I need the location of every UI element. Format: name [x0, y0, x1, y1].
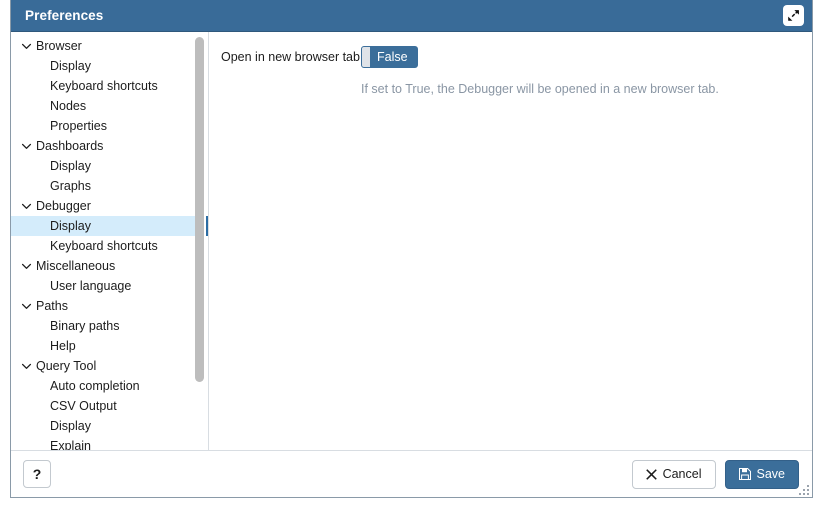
question-mark-icon: ?: [32, 466, 42, 482]
sidebar-scrollbar-thumb[interactable]: [195, 37, 204, 382]
sidebar-item-explain[interactable]: Explain: [11, 436, 208, 450]
preferences-dialog: Preferences Browser Display Keyboard short…: [10, 0, 813, 498]
preferences-sidebar: Browser Display Keyboard shortcuts Nodes Pro…: [11, 32, 208, 450]
dialog-title: Preferences: [25, 8, 104, 23]
sidebar-item-paths[interactable]: Paths: [11, 296, 208, 316]
help-button[interactable]: ?: [23, 460, 51, 488]
sidebar-item-label: User language: [50, 279, 132, 293]
sidebar-item-label: Explain: [50, 439, 91, 450]
floppy-disk-save-icon: [738, 468, 751, 480]
sidebar-item-properties[interactable]: Properties: [11, 116, 208, 136]
resize-grip-icon[interactable]: [797, 483, 810, 496]
sidebar-item-label: Display: [50, 59, 91, 73]
chevron-down-icon[interactable]: [19, 39, 33, 53]
sidebar-item-user-language[interactable]: User language: [11, 276, 208, 296]
open-in-new-browser-tab-toggle[interactable]: False: [361, 46, 418, 68]
cancel-button[interactable]: Cancel: [631, 459, 716, 489]
preference-field-control: False If set to True, the Debugger will …: [361, 46, 794, 97]
save-button[interactable]: Save: [724, 459, 799, 489]
sidebar-scrollbar-track[interactable]: [195, 34, 206, 448]
preference-field-row: Open in new browser tab False If set to …: [221, 46, 794, 97]
chevron-down-icon[interactable]: [19, 199, 33, 213]
sidebar-item-label: Dashboards: [36, 139, 104, 153]
sidebar-item-display[interactable]: Display: [11, 56, 208, 76]
dialog-body: Browser Display Keyboard shortcuts Nodes Pro…: [11, 32, 812, 451]
sidebar-item-display[interactable]: Display: [11, 156, 208, 176]
chevron-down-icon[interactable]: [19, 299, 33, 313]
sidebar-item-auto-completion[interactable]: Auto completion: [11, 376, 208, 396]
preferences-tree: Browser Display Keyboard shortcuts Nodes Pro…: [11, 32, 208, 450]
toggle-knob: [362, 47, 370, 67]
chevron-down-icon[interactable]: [19, 139, 33, 153]
sidebar-item-label: CSV Output: [50, 399, 117, 413]
sidebar-item-label: Graphs: [50, 179, 91, 193]
sidebar-item-label: Properties: [50, 119, 107, 133]
sidebar-item-dashboards[interactable]: Dashboards: [11, 136, 208, 156]
sidebar-item-label: Binary paths: [50, 319, 120, 333]
toggle-value-label: False: [377, 50, 408, 64]
sidebar-item-browser[interactable]: Browser: [11, 36, 208, 56]
sidebar-item-label: Help: [50, 339, 76, 353]
sidebar-item-label: Miscellaneous: [36, 259, 116, 273]
sidebar-item-label: Browser: [36, 39, 82, 53]
chevron-down-icon[interactable]: [19, 259, 33, 273]
preferences-content-panel: Open in new browser tab False If set to …: [209, 32, 812, 450]
dialog-footer: ? Cancel Save: [11, 451, 812, 497]
sidebar-item-label: Debugger: [36, 199, 91, 213]
sidebar-item-label: Display: [50, 159, 91, 173]
close-x-icon: [645, 468, 657, 480]
sidebar-item-label: Display: [50, 419, 91, 433]
sidebar-item-csv-output[interactable]: CSV Output: [11, 396, 208, 416]
sidebar-item-binary-paths[interactable]: Binary paths: [11, 316, 208, 336]
sidebar-item-label: Paths: [36, 299, 68, 313]
preference-field-label: Open in new browser tab: [221, 50, 360, 64]
sidebar-item-label: Keyboard shortcuts: [50, 239, 158, 253]
sidebar-item-help[interactable]: Help: [11, 336, 208, 356]
maximize-button[interactable]: [783, 5, 804, 26]
sidebar-item-keyboard-shortcuts[interactable]: Keyboard shortcuts: [11, 76, 208, 96]
sidebar-item-miscellaneous[interactable]: Miscellaneous: [11, 256, 208, 276]
chevron-down-icon[interactable]: [19, 359, 33, 373]
sidebar-item-label: Nodes: [50, 99, 87, 113]
sidebar-item-label: Keyboard shortcuts: [50, 79, 158, 93]
sidebar-item-label: Query Tool: [36, 359, 97, 373]
maximize-diagonal-arrows-icon: [788, 10, 799, 21]
dialog-titlebar: Preferences: [11, 0, 812, 32]
sidebar-item-query-tool[interactable]: Query Tool: [11, 356, 208, 376]
preference-help-text: If set to True, the Debugger will be ope…: [361, 82, 719, 96]
sidebar-item-keyboard-shortcuts[interactable]: Keyboard shortcuts: [11, 236, 208, 256]
cancel-button-label: Cancel: [662, 467, 702, 481]
save-button-label: Save: [756, 467, 786, 481]
sidebar-item-display[interactable]: Display: [11, 416, 208, 436]
sidebar-item-nodes[interactable]: Nodes: [11, 96, 208, 116]
sidebar-item-debugger[interactable]: Debugger: [11, 196, 208, 216]
sidebar-item-label: Display: [50, 219, 91, 233]
sidebar-item-label: Auto completion: [50, 379, 140, 393]
sidebar-item-graphs[interactable]: Graphs: [11, 176, 208, 196]
sidebar-item-display[interactable]: Display: [11, 216, 208, 236]
